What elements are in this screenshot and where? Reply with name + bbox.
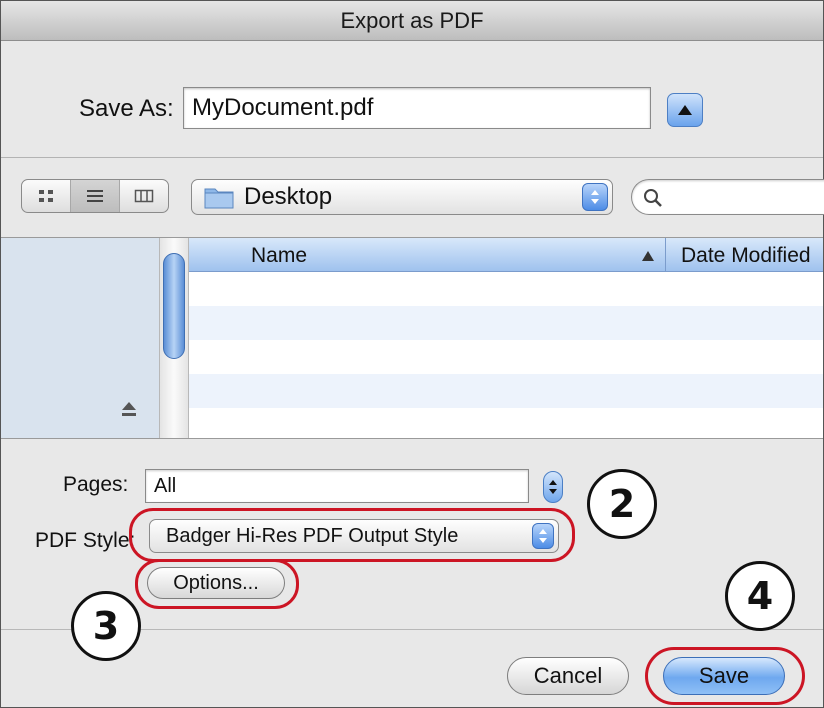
save-as-input[interactable]: [183, 87, 651, 129]
column-separator[interactable]: [665, 238, 666, 272]
pdf-style-label: PDF Style:: [35, 529, 136, 552]
eject-icon[interactable]: [119, 399, 139, 419]
callout-highlight-save: [645, 647, 805, 705]
list-row-empty: [189, 306, 823, 340]
cancel-button[interactable]: Cancel: [507, 657, 629, 695]
folder-icon: [204, 188, 234, 209]
list-row-empty: [189, 408, 823, 442]
location-popup[interactable]: Desktop: [191, 179, 613, 215]
column-view-icon: [134, 189, 154, 203]
view-mode-segmented-control[interactable]: [21, 179, 169, 213]
list-view-icon: [87, 190, 103, 202]
list-row-empty: [189, 374, 823, 408]
divider: [1, 438, 823, 439]
callout-highlight-pdf-style: [129, 508, 575, 562]
pages-label: Pages:: [63, 473, 129, 496]
scrollbar-thumb[interactable]: [163, 253, 185, 359]
step-number-2: 2: [587, 469, 657, 539]
pages-stepper[interactable]: [543, 471, 563, 503]
icon-view-button[interactable]: [22, 180, 71, 212]
search-field[interactable]: [631, 179, 824, 215]
window-title: Export as PDF: [1, 1, 823, 41]
column-view-button[interactable]: [120, 180, 168, 212]
column-header-date-modified[interactable]: Date Modified: [681, 244, 811, 268]
step-number-3: 3: [71, 591, 141, 661]
save-as-label: Save As:: [79, 95, 174, 122]
file-list-header: Name Date Modified: [189, 238, 823, 272]
search-icon: [644, 189, 662, 207]
expand-dialog-button[interactable]: [667, 93, 703, 127]
divider: [1, 157, 823, 158]
list-row-empty: [189, 272, 823, 306]
popup-arrows-icon: [582, 183, 608, 211]
list-view-button[interactable]: [71, 180, 120, 212]
triangle-up-icon: [678, 105, 692, 115]
list-row-empty: [189, 340, 823, 374]
export-pdf-dialog: Export as PDF Save As: MyDocument.pdf De…: [0, 0, 824, 708]
step-number-4: 4: [725, 561, 795, 631]
sort-ascending-icon: [642, 251, 654, 261]
location-label: Desktop: [244, 183, 333, 210]
pages-input[interactable]: [145, 469, 529, 503]
stepper-arrows-icon: [549, 480, 557, 494]
column-header-name[interactable]: Name: [251, 244, 307, 268]
file-list[interactable]: Name Date Modified: [189, 238, 823, 438]
icon-view-icon: [39, 190, 53, 202]
callout-highlight-options: [135, 559, 299, 609]
